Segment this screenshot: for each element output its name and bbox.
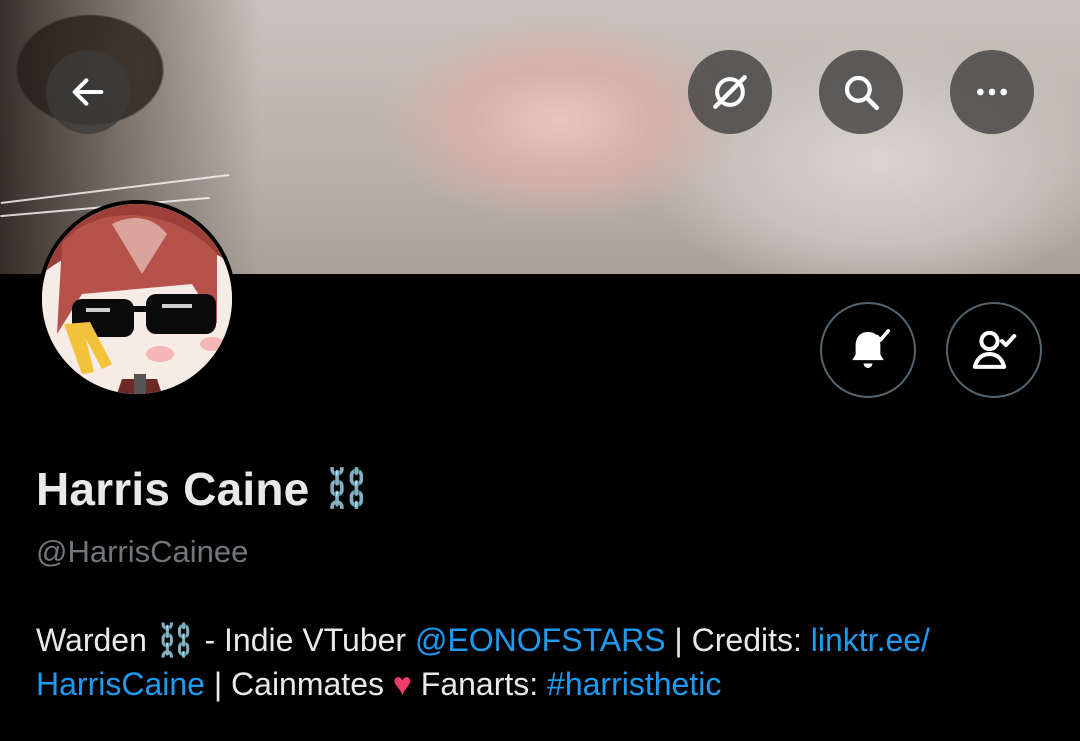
- bio-text: Warden: [36, 622, 156, 658]
- mention-link[interactable]: @EONOFSTARS: [415, 622, 666, 658]
- profile-name-row: Harris Caine ⛓️: [36, 462, 371, 516]
- username-handle: @HarrisCainee: [36, 534, 249, 569]
- bio-text: | Cainmates: [204, 666, 393, 702]
- user-check-icon: [972, 330, 1017, 369]
- chain-emoji: ⛓️: [155, 622, 196, 658]
- bio-text: - Indie VTuber: [195, 622, 415, 658]
- heart-icon: ♥: [392, 666, 412, 702]
- grok-icon: [713, 75, 747, 109]
- more-horizontal-icon: [977, 88, 1007, 96]
- avatar[interactable]: [38, 200, 236, 398]
- display-name: Harris Caine: [36, 463, 310, 515]
- bio-text: | Credits:: [665, 622, 811, 658]
- bell-check-icon: [852, 329, 891, 368]
- following-button[interactable]: [946, 302, 1042, 398]
- avatar-image: [42, 204, 232, 394]
- back-button[interactable]: [46, 50, 130, 134]
- search-button[interactable]: [819, 50, 903, 134]
- hashtag-link[interactable]: #harristhetic: [547, 666, 721, 702]
- notifications-button[interactable]: [820, 302, 916, 398]
- grok-button[interactable]: [688, 50, 772, 134]
- external-link[interactable]: linktr.ee/: [811, 622, 930, 658]
- bio-text: Fanarts:: [411, 666, 548, 702]
- arrow-left-icon: [72, 78, 104, 106]
- more-button[interactable]: [950, 50, 1034, 134]
- search-icon: [844, 75, 880, 111]
- chain-emoji: ⛓️: [323, 468, 371, 510]
- profile-bio: Warden ⛓️ - Indie VTuber @EONOFSTARS | C…: [36, 618, 1046, 706]
- external-link[interactable]: HarrisCaine: [36, 666, 205, 702]
